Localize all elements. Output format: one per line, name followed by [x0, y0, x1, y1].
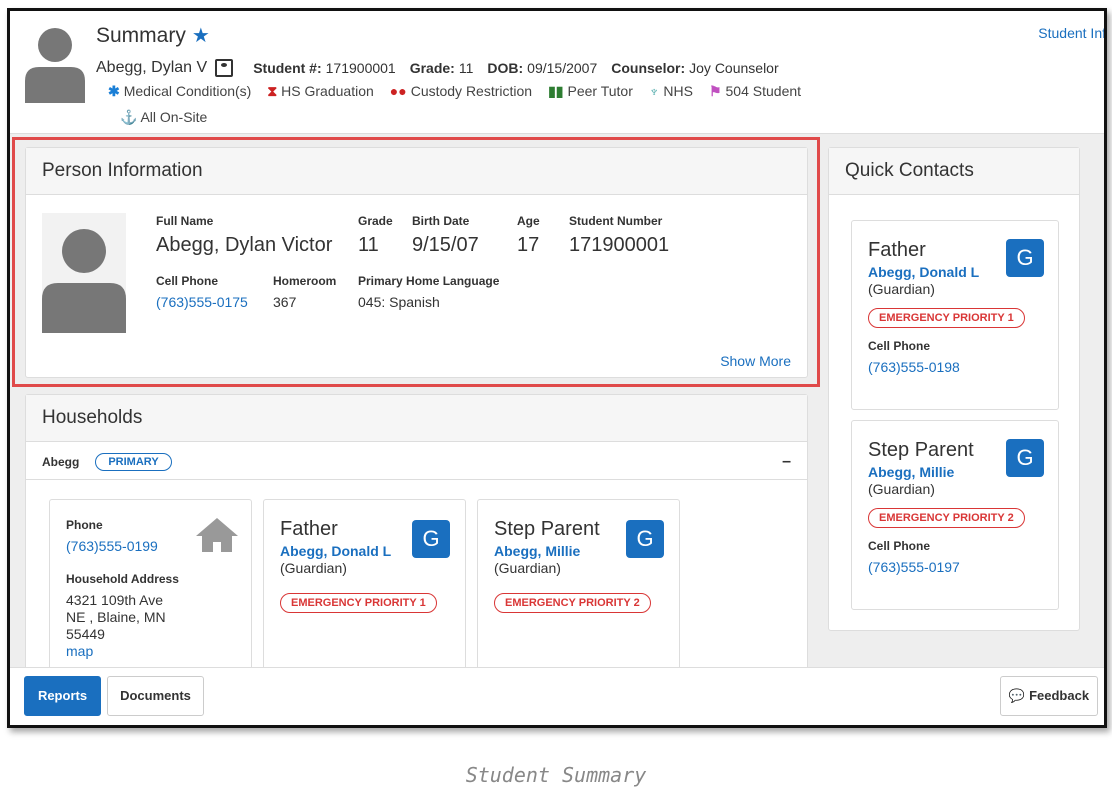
- age-value: 17: [517, 234, 540, 256]
- image-caption: Student Summary: [465, 763, 647, 787]
- flag-medical[interactable]: ✱ Medical Condition(s): [108, 83, 251, 100]
- feedback-button[interactable]: 💬 Feedback: [1000, 676, 1098, 716]
- birth-date-value: 9/15/07: [412, 234, 479, 256]
- quick-contact-card[interactable]: Father G Abegg, Donald L (Guardian) EMER…: [851, 220, 1059, 410]
- student-id-line: Abegg, Dylan V Student #: 171900001 Grade…: [96, 59, 779, 77]
- full-name-label: Full Name: [156, 214, 214, 228]
- contact-name-link[interactable]: Abegg, Millie: [868, 464, 954, 480]
- contact-role: (Guardian): [868, 281, 935, 297]
- person-information-panel: Person Information Full Name Abegg, Dyla…: [25, 147, 808, 378]
- address-line-3: 55449: [66, 626, 105, 642]
- full-name-value: Abegg, Dylan Victor: [156, 234, 333, 256]
- flag-all-onsite[interactable]: ⚓ All On-Site: [120, 109, 207, 126]
- footer-toolbar: Reports Documents 💬 Feedback: [10, 667, 1104, 725]
- contact-relation: Father: [868, 239, 926, 261]
- flag-icon: ⚑: [708, 83, 722, 99]
- contact-role: (Guardian): [868, 481, 935, 497]
- address-line-1: 4321 109th Ave: [66, 592, 164, 608]
- documents-button[interactable]: Documents: [107, 676, 204, 716]
- homeroom-label: Homeroom: [273, 274, 337, 288]
- asterisk-icon: ✱: [108, 83, 120, 99]
- flag-nhs[interactable]: ♆ NHS: [649, 83, 693, 100]
- flag-custody[interactable]: ●● Custody Restriction: [390, 83, 532, 100]
- emergency-priority-badge: EMERGENCY PRIORITY 1: [280, 593, 437, 613]
- guardian-badge: G: [412, 520, 450, 558]
- graduation-icon: ⧗: [267, 83, 278, 99]
- homeroom-value: 367: [273, 294, 297, 310]
- student-number-label: Student Number: [569, 214, 663, 228]
- grade-label: Grade: [358, 214, 393, 228]
- quick-contact-card[interactable]: Step Parent G Abegg, Millie (Guardian) E…: [851, 420, 1059, 610]
- flag-peer-tutor[interactable]: ▮▮ Peer Tutor: [548, 83, 633, 100]
- address-line-2: NE , Blaine, MN: [66, 609, 166, 625]
- flag-hs-graduation[interactable]: ⧗ HS Graduation: [267, 83, 373, 100]
- emergency-priority-badge: EMERGENCY PRIORITY 2: [868, 508, 1025, 528]
- contact-phone-label: Cell Phone: [868, 339, 931, 353]
- quick-contacts-heading: Quick Contacts: [829, 148, 1079, 195]
- book-icon: ▮▮: [548, 83, 564, 99]
- member-name-link[interactable]: Abegg, Millie: [494, 543, 580, 559]
- member-role: (Guardian): [280, 560, 347, 576]
- student-number-value: 171900001: [569, 234, 670, 256]
- member-relation: Father: [280, 518, 338, 540]
- member-name-link[interactable]: Abegg, Donald L: [280, 543, 391, 559]
- contact-phone-link[interactable]: (763)555-0197: [868, 559, 960, 575]
- language-value: 045: Spanish: [358, 294, 440, 310]
- people-icon: ●●: [389, 83, 407, 99]
- guardian-badge: G: [626, 520, 664, 558]
- app-window: Summary ★ Student Inf Abegg, Dylan V Stu…: [7, 8, 1107, 728]
- star-icon[interactable]: ★: [192, 23, 210, 48]
- grade-value: 11: [358, 234, 379, 256]
- flag-504[interactable]: ⚑ 504 Student: [709, 83, 801, 100]
- show-more-link[interactable]: Show More: [720, 353, 791, 369]
- household-phone-link[interactable]: (763)555-0199: [66, 538, 158, 554]
- household-name: Abegg: [42, 455, 80, 469]
- birth-date-label: Birth Date: [412, 214, 470, 228]
- household-row[interactable]: Abegg PRIMARY –: [26, 445, 807, 480]
- contact-relation: Step Parent: [868, 439, 974, 461]
- households-panel: Households Abegg PRIMARY – Phone (763)55…: [25, 394, 808, 699]
- guardian-badge: G: [1006, 439, 1044, 477]
- language-label: Primary Home Language: [358, 274, 500, 288]
- primary-badge: PRIMARY: [95, 453, 172, 471]
- quick-contacts-panel: Quick Contacts Father G Abegg, Donald L …: [828, 147, 1080, 631]
- student-info-link[interactable]: Student Inf: [1038, 25, 1104, 41]
- household-phone-label: Phone: [66, 518, 103, 532]
- map-link[interactable]: map: [66, 643, 93, 659]
- chat-bubble-icon: 💬: [1008, 688, 1026, 703]
- page-title: Summary ★: [96, 23, 210, 48]
- reports-button[interactable]: Reports: [24, 676, 101, 716]
- contact-name-link[interactable]: Abegg, Donald L: [868, 264, 979, 280]
- person-icon: ⚓: [120, 109, 138, 125]
- member-role: (Guardian): [494, 560, 561, 576]
- cell-phone-link[interactable]: (763)555-0175: [156, 294, 248, 310]
- student-flags: ✱ Medical Condition(s) ⧗ HS Graduation ●● C…: [108, 83, 801, 100]
- guardian-badge: G: [1006, 239, 1044, 277]
- member-relation: Step Parent: [494, 518, 600, 540]
- summary-header: Summary ★ Student Inf Abegg, Dylan V Stu…: [10, 11, 1104, 134]
- person-information-heading: Person Information: [26, 148, 807, 195]
- emergency-priority-badge: EMERGENCY PRIORITY 1: [868, 308, 1025, 328]
- contact-phone-label: Cell Phone: [868, 539, 931, 553]
- household-address-label: Household Address: [66, 572, 179, 586]
- households-heading: Households: [26, 395, 807, 442]
- age-label: Age: [517, 214, 540, 228]
- house-icon: [196, 518, 238, 552]
- collapse-icon[interactable]: –: [782, 453, 791, 471]
- contact-card-icon[interactable]: [215, 59, 234, 77]
- contact-phone-link[interactable]: (763)555-0198: [868, 359, 960, 375]
- emergency-priority-badge: EMERGENCY PRIORITY 2: [494, 593, 651, 613]
- cell-phone-label: Cell Phone: [156, 274, 219, 288]
- trophy-icon: ♆: [648, 83, 660, 99]
- student-name: Abegg, Dylan V: [96, 59, 208, 76]
- student-avatar: [25, 28, 85, 103]
- person-photo: [42, 213, 126, 333]
